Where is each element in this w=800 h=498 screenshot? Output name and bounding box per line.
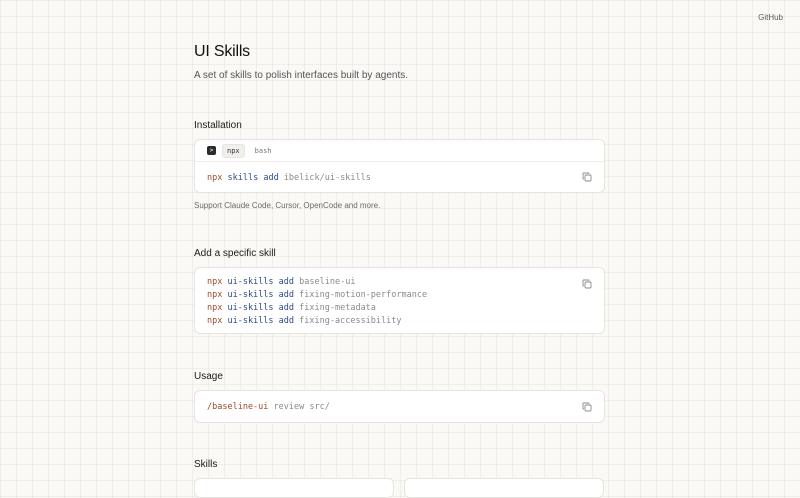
subcommand-token: add xyxy=(278,303,295,313)
argument-token: ibelick/ui-skills xyxy=(283,173,371,183)
package-token: ui-skills xyxy=(227,303,274,313)
argument-token: review src/ xyxy=(273,402,330,412)
skill-command-line: npx ui-skills add fixing-motion-performa… xyxy=(207,289,592,302)
slash-command-token: /baseline-ui xyxy=(207,402,269,412)
usage-code-body: /baseline-ui review src/ xyxy=(195,391,604,414)
page-subtitle: A set of skills to polish interfaces bui… xyxy=(194,70,408,81)
copy-icon xyxy=(582,402,592,412)
page-title: UI Skills xyxy=(194,43,250,60)
copy-usage-button[interactable] xyxy=(582,402,592,412)
terminal-icon: > xyxy=(207,146,216,155)
tab-npx[interactable]: npx xyxy=(222,143,245,158)
package-token: ui-skills xyxy=(227,277,274,287)
usage-command-line: /baseline-ui review src/ xyxy=(207,401,592,414)
command-token: npx xyxy=(207,303,223,313)
tab-bash[interactable]: bash xyxy=(251,145,276,157)
installation-code-card: > npx bash npx skills add ibelick/ui-ski… xyxy=(194,139,605,193)
usage-heading: Usage xyxy=(194,371,223,382)
package-token: skills xyxy=(227,173,259,183)
usage-code-card: /baseline-ui review src/ xyxy=(194,390,605,423)
subcommand-token: add xyxy=(278,290,295,300)
installation-heading: Installation xyxy=(194,120,242,131)
support-text: Support Claude Code, Cursor, OpenCode an… xyxy=(194,201,381,210)
skill-command-line: npx ui-skills add baseline-ui xyxy=(207,276,592,289)
argument-token: fixing-accessibility xyxy=(299,316,402,326)
copy-skills-button[interactable] xyxy=(582,279,592,289)
skill-command-line: npx ui-skills add fixing-metadata xyxy=(207,302,592,315)
package-token: ui-skills xyxy=(227,290,274,300)
command-token: npx xyxy=(207,277,223,287)
install-command-line: npx skills add ibelick/ui-skills xyxy=(207,172,592,185)
add-skill-code-body: npx ui-skills add baseline-ui npx ui-ski… xyxy=(195,268,604,328)
subcommand-token: add xyxy=(278,316,295,326)
skills-heading: Skills xyxy=(194,459,218,470)
installation-tabs: > npx bash xyxy=(195,140,604,162)
copy-icon xyxy=(582,172,592,182)
command-token: npx xyxy=(207,290,223,300)
command-token: npx xyxy=(207,316,223,326)
copy-install-button[interactable] xyxy=(582,172,592,182)
package-token: ui-skills xyxy=(227,316,274,326)
installation-code-body: npx skills add ibelick/ui-skills xyxy=(195,162,604,185)
add-skill-heading: Add a specific skill xyxy=(194,248,276,259)
argument-token: fixing-metadata xyxy=(299,303,376,313)
add-skill-code-card: npx ui-skills add baseline-ui npx ui-ski… xyxy=(194,267,605,334)
skill-card[interactable] xyxy=(404,478,604,498)
subcommand-token: add xyxy=(263,173,279,183)
command-token: npx xyxy=(207,173,223,183)
github-link[interactable]: GitHub xyxy=(758,13,783,22)
copy-icon xyxy=(582,279,592,289)
subcommand-token: add xyxy=(278,277,295,287)
argument-token: baseline-ui xyxy=(299,277,356,287)
argument-token: fixing-motion-performance xyxy=(299,290,428,300)
skill-command-line: npx ui-skills add fixing-accessibility xyxy=(207,315,592,328)
skill-card[interactable] xyxy=(194,478,394,498)
